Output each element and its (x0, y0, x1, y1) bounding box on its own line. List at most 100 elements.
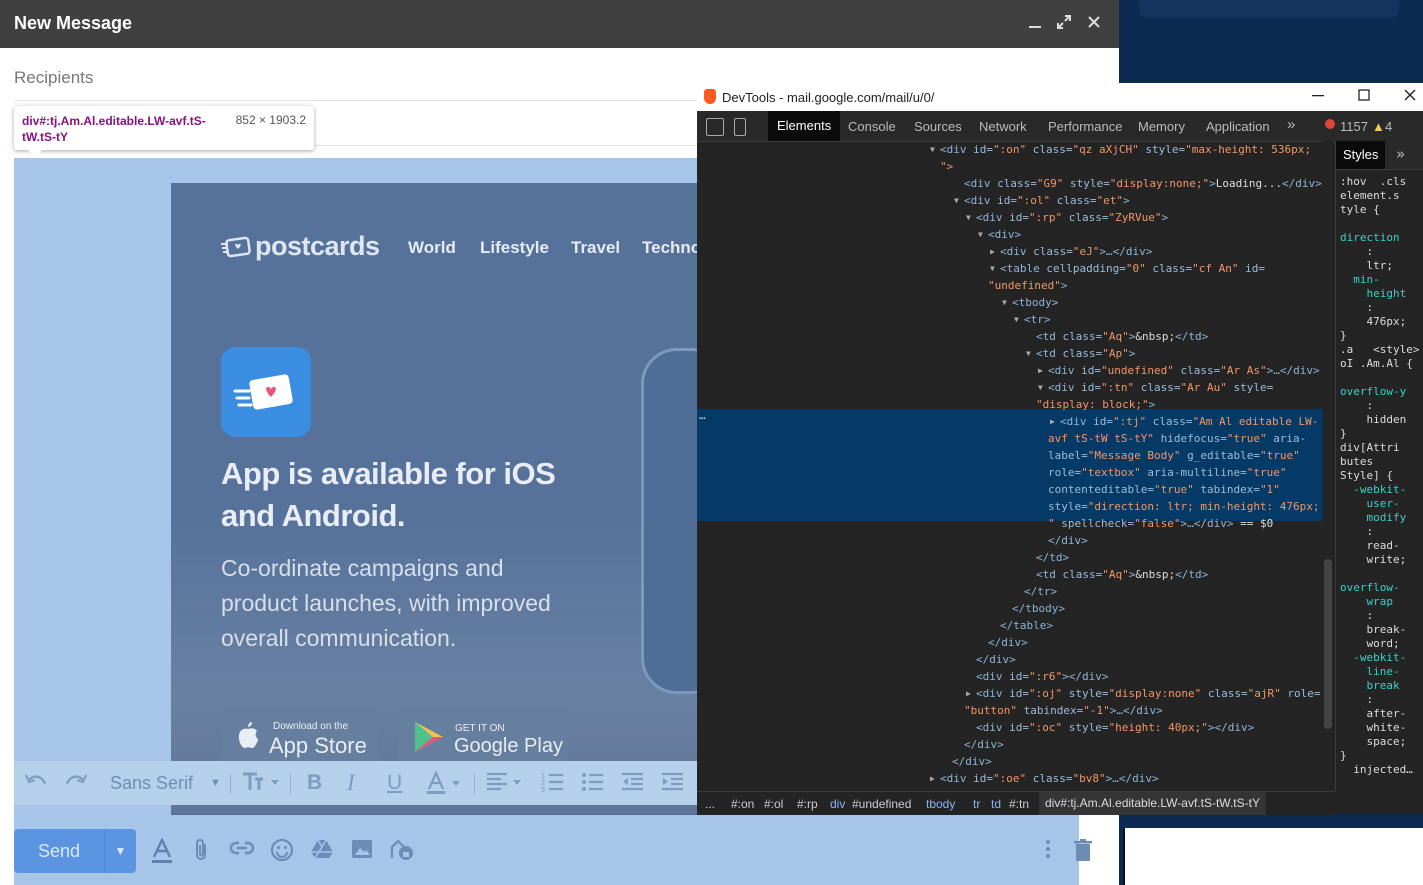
inspect-element-icon[interactable] (706, 118, 724, 136)
dom-scrollbar[interactable] (1323, 141, 1333, 791)
dom-node-line[interactable]: avf tS-tW tS-tY" hidefocus="true" aria- (1048, 430, 1306, 447)
breadcrumb-item[interactable]: div (830, 797, 845, 811)
tab-memory[interactable]: Memory (1138, 119, 1185, 134)
style-rule-line[interactable]: :hov .cls (1340, 175, 1406, 189)
indent-more-icon[interactable] (661, 771, 685, 799)
bulleted-list-icon[interactable] (581, 771, 605, 799)
dom-node-line[interactable]: </tbody> (1012, 600, 1065, 617)
style-rule-line[interactable]: min- (1340, 273, 1380, 287)
dom-node-line[interactable]: role="textbox" aria-multiline="true" (1048, 464, 1286, 481)
style-rule-line[interactable]: line- (1340, 665, 1399, 679)
style-rule-line[interactable]: : (1340, 245, 1373, 259)
tab-sources[interactable]: Sources (914, 119, 962, 134)
style-rule-line[interactable]: .a <style> (1340, 343, 1419, 357)
style-rule-line[interactable]: div[Attri (1340, 441, 1400, 455)
dom-node-line[interactable]: </div> (964, 736, 1004, 753)
style-rule-line[interactable]: break- (1340, 623, 1406, 637)
dom-node-line[interactable]: </tr> (1024, 583, 1057, 600)
dom-node-line[interactable]: ▶ <div id=":oj" style="display:none" clas… (966, 685, 1320, 702)
style-rule-line[interactable]: modify (1340, 511, 1406, 525)
dom-node-line[interactable]: ▶ <div id=":tj" class="Am Al editable LW- (1050, 413, 1318, 430)
bold-icon[interactable]: B (307, 771, 322, 795)
dom-node-line[interactable]: ▼ <div id=":on" class="qz aXjCH" style="m… (930, 141, 1311, 158)
discard-draft-icon[interactable] (1070, 838, 1096, 864)
style-rule-line[interactable]: read- (1340, 539, 1399, 553)
window-close-icon[interactable] (1400, 87, 1420, 107)
underline-icon[interactable]: U (387, 771, 402, 795)
dom-node-line[interactable]: ▼ <tbody> (1002, 294, 1058, 311)
window-maximize-icon[interactable] (1354, 87, 1374, 107)
more-tabs-icon[interactable]: » (1287, 116, 1295, 133)
expanded-triangle-icon[interactable]: ▼ (978, 226, 983, 243)
style-rule-line[interactable]: -webkit- (1340, 651, 1406, 665)
style-rule-line[interactable]: element.s (1340, 189, 1400, 203)
tab-console[interactable]: Console (848, 119, 896, 134)
style-rule-line[interactable]: } (1340, 749, 1347, 763)
breadcrumb-item[interactable]: #:ol (764, 797, 783, 811)
dom-node-line[interactable]: ▼ <td class="Ap"> (1026, 345, 1135, 362)
style-rule-line[interactable]: injected… (1340, 763, 1413, 777)
style-rule-line[interactable]: 476px; (1340, 315, 1406, 329)
dom-node-line[interactable]: ▼ <div id=":rp" class="ZyRVue"> (966, 209, 1168, 226)
expanded-triangle-icon[interactable]: ▼ (1002, 294, 1007, 311)
collapsed-triangle-icon[interactable]: ▶ (1050, 413, 1055, 430)
breadcrumb-item[interactable]: ... (705, 797, 715, 811)
style-rule-line[interactable]: hidden (1340, 413, 1406, 427)
expanded-triangle-icon[interactable]: ▼ (966, 209, 971, 226)
google-drive-icon[interactable] (309, 838, 335, 864)
dom-node-line[interactable]: ▼ <div id=":ol" class="et"> (954, 192, 1130, 209)
style-rule-line[interactable]: Style] { (1340, 469, 1393, 483)
collapsed-triangle-icon[interactable]: ▶ (930, 770, 935, 787)
confidential-mode-icon[interactable] (389, 838, 415, 864)
collapsed-triangle-icon[interactable]: ▶ (1038, 362, 1043, 379)
formatting-options-icon[interactable] (149, 837, 175, 864)
breadcrumb-item[interactable]: #:rp (797, 797, 818, 811)
undo-icon[interactable] (24, 771, 48, 799)
breadcrumb-item[interactable]: tbody (926, 797, 955, 811)
dom-node-line[interactable]: <td class="Aq">&nbsp;</td> (1036, 566, 1208, 583)
style-rule-line[interactable]: oI .Am.Al { (1340, 357, 1413, 371)
dom-scroll-thumb[interactable] (1324, 559, 1332, 729)
dom-node-line[interactable]: "button" tabindex="-1">…</div> (964, 702, 1163, 719)
style-rule-line[interactable]: direction (1340, 231, 1400, 245)
style-rule-line[interactable]: } (1340, 329, 1347, 343)
send-options-chevron-icon[interactable]: ▼ (104, 829, 136, 873)
insert-link-icon[interactable] (229, 838, 255, 864)
insert-emoji-icon[interactable] (269, 838, 295, 864)
pop-out-icon[interactable] (1053, 12, 1075, 34)
numbered-list-icon[interactable]: 123 (541, 771, 565, 799)
nav-link-world[interactable]: World (408, 238, 456, 258)
style-rule-line[interactable]: -webkit- (1340, 483, 1406, 497)
dom-node-line[interactable]: </div> (976, 651, 1016, 668)
expanded-triangle-icon[interactable]: ▼ (1038, 379, 1043, 396)
error-count[interactable]: 1157 (1340, 119, 1368, 134)
app-store-button[interactable]: Download on the App Store (221, 707, 379, 765)
dom-node-line[interactable]: ▼ <div id=":tn" class="Ar Au" style= (1038, 379, 1273, 396)
minimize-icon[interactable] (1024, 12, 1046, 34)
tab-performance[interactable]: Performance (1048, 119, 1122, 134)
google-play-button[interactable]: GET IT ON Google Play (398, 707, 568, 765)
tab-styles[interactable]: Styles (1336, 141, 1386, 169)
dom-node-line[interactable]: <div id=":r6"></div> (976, 668, 1108, 685)
redo-icon[interactable] (64, 771, 88, 799)
style-rule-line[interactable]: overflow-y (1340, 385, 1406, 399)
align-icon[interactable] (486, 771, 526, 799)
breadcrumb-item[interactable]: #undefined (852, 797, 911, 811)
breadcrumb-item[interactable]: div#:tj.Am.Al.editable.LW-avf.tS-tW.tS-t… (1039, 792, 1266, 815)
send-button[interactable]: Send (14, 829, 104, 873)
tab-application[interactable]: Application (1206, 119, 1270, 134)
dom-node-line[interactable]: ▶ <div id=":oe" class="bv8">…</div> (930, 770, 1159, 787)
expanded-triangle-icon[interactable]: ▼ (930, 141, 935, 158)
tab-network[interactable]: Network (979, 119, 1027, 134)
tab-elements[interactable]: Elements (768, 111, 841, 141)
style-rule-line[interactable]: overflow- (1340, 581, 1400, 595)
dom-node-line[interactable]: ▼ <table cellpadding="0" class="cf An" id… (990, 260, 1265, 277)
dom-node-line[interactable]: </td> (1036, 549, 1069, 566)
nav-link-lifestyle[interactable]: Lifestyle (480, 238, 549, 258)
dom-node-line[interactable]: " spellcheck="false">…</div> == $0 (1048, 515, 1273, 532)
warning-count[interactable]: 4 (1385, 119, 1392, 134)
dom-node-line[interactable]: style="direction: ltr; min-height: 476px… (1048, 498, 1320, 515)
dom-node-line[interactable]: </table> (1000, 617, 1053, 634)
italic-icon[interactable]: I (347, 771, 355, 795)
dom-node-line[interactable]: </div> (1048, 532, 1088, 549)
